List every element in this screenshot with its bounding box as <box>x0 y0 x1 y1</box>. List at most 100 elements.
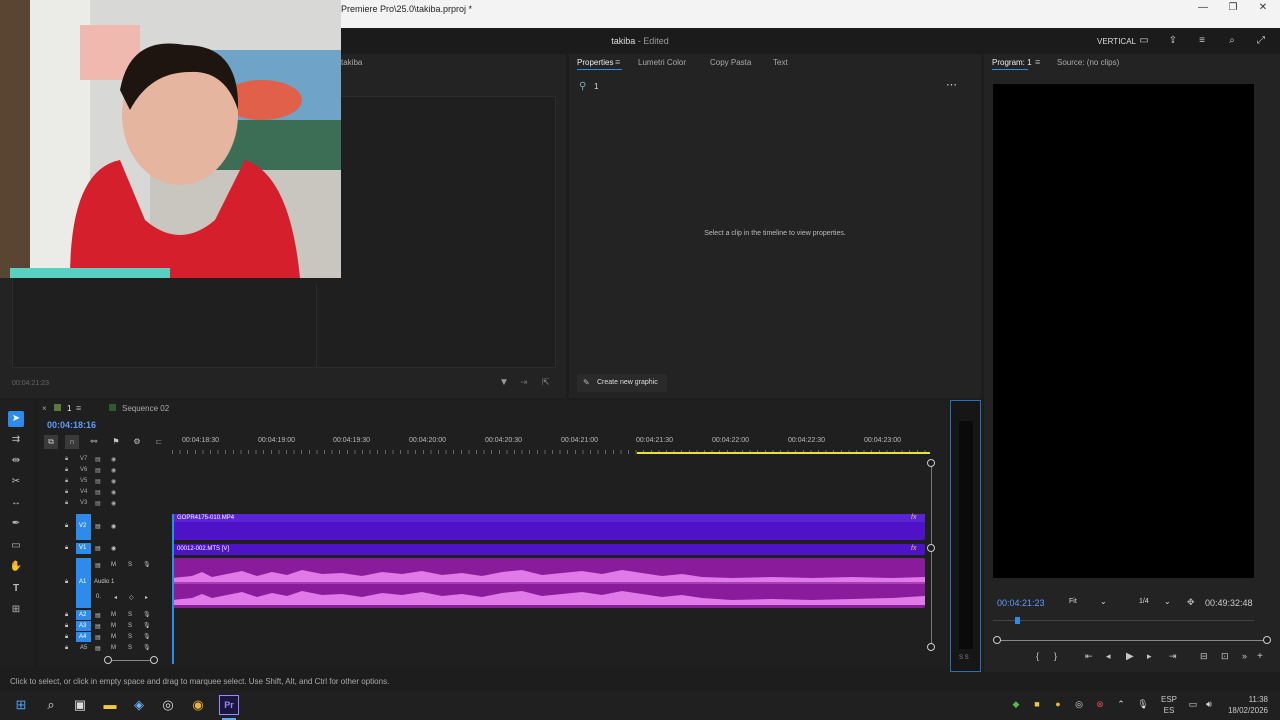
share-icon[interactable]: ⇪ <box>1167 35 1179 47</box>
work-area-bar[interactable] <box>637 452 930 454</box>
tray-mic-icon[interactable]: 🎙︎ <box>1137 698 1149 710</box>
solo-button[interactable]: S <box>128 623 132 629</box>
mute-button[interactable]: M <box>111 612 116 618</box>
source-patch-v1[interactable]: V1 <box>76 543 91 554</box>
sync-icon[interactable]: ▤ <box>95 467 101 474</box>
zoom-handle-right[interactable] <box>150 656 158 664</box>
resolution-dropdown[interactable]: 1/4 ⌄ <box>1135 596 1175 610</box>
source-patch-a3[interactable]: A3 <box>76 621 91 631</box>
microphone-icon[interactable]: 🎙︎ <box>143 622 151 629</box>
volume-value[interactable]: 0. <box>96 594 101 600</box>
zoom-handle-left[interactable] <box>104 656 112 664</box>
add-marker-icon[interactable]: ⚑ <box>109 435 123 449</box>
mini-ruler[interactable] <box>993 620 1254 621</box>
video-clip-v1[interactable]: 00012-002.MTS [V] fx <box>172 544 925 555</box>
timeline-settings-icon[interactable]: ⚙ <box>130 435 144 449</box>
settings-wrench-icon[interactable]: ✥ <box>1187 597 1195 608</box>
zoom-handle-right[interactable] <box>1263 636 1271 644</box>
solo-button[interactable]: S <box>128 634 132 640</box>
insert-icon[interactable]: ⇥ <box>520 377 528 388</box>
track-label[interactable]: V5 <box>80 478 87 484</box>
ripple-edit-tool-icon[interactable]: ⇹ <box>8 453 24 469</box>
microphone-icon[interactable]: 🎙︎ <box>143 644 151 651</box>
zoom-handle-left[interactable] <box>993 636 1001 644</box>
more-options-icon[interactable]: ⋯ <box>946 78 957 91</box>
menu-icon[interactable]: ≡ <box>1196 35 1208 47</box>
eye-icon[interactable]: ◉ <box>111 500 116 507</box>
export-icon[interactable]: ⇱ <box>542 377 550 388</box>
time-ruler[interactable]: 00:04:18:30 00:04:19:00 00:04:19:30 00:0… <box>172 434 932 456</box>
nest-icon[interactable]: ⧉ <box>44 435 58 449</box>
tray-folder-icon[interactable]: ■ <box>1031 698 1043 710</box>
sync-icon[interactable]: ▤ <box>95 634 101 641</box>
step-forward-icon[interactable]: ▸ <box>1147 651 1152 662</box>
tab-copy-pasta[interactable]: Copy Pasta <box>710 58 751 67</box>
snap-icon[interactable]: ∩ <box>65 435 79 449</box>
sync-icon[interactable]: ▤ <box>95 545 101 552</box>
lock-icon[interactable]: 🔒︎ <box>65 456 68 463</box>
next-keyframe-icon[interactable]: ▸ <box>145 594 148 601</box>
panel-layout-icon[interactable]: ▭ <box>1138 35 1150 47</box>
video-clip-v2[interactable]: GOPR4175-010.MP4 fx <box>172 514 925 540</box>
tray-app-icon[interactable]: ◆ <box>1010 698 1022 710</box>
meter-solo-label[interactable]: S S <box>959 655 969 661</box>
vertical-scrollbar[interactable] <box>931 460 932 650</box>
step-back-icon[interactable]: ◂ <box>1106 651 1111 662</box>
minimize-button[interactable]: — <box>1188 2 1218 16</box>
tray-chevron-icon[interactable]: ⌃ <box>1115 698 1127 710</box>
linked-selection-icon[interactable]: ⚯ <box>87 435 101 449</box>
play-icon[interactable]: ▶ <box>1126 651 1134 662</box>
source-patch-a2[interactable]: A2 <box>76 610 91 620</box>
sync-icon[interactable]: ▤ <box>95 612 101 619</box>
mute-button[interactable]: M <box>111 562 116 568</box>
scroll-handle-top[interactable] <box>927 459 935 467</box>
program-menu-icon[interactable]: ≡ <box>1035 57 1040 67</box>
eye-icon[interactable]: ◉ <box>111 545 116 552</box>
create-graphic-button[interactable]: ✎ Create new graphic <box>577 374 667 392</box>
scroll-handle-bottom[interactable] <box>927 643 935 651</box>
eye-icon[interactable]: ◉ <box>111 489 116 496</box>
premiere-pro-icon[interactable]: Pr <box>219 695 239 715</box>
fullscreen-icon[interactable]: ⤢ <box>1255 35 1267 47</box>
timeline-menu-icon[interactable]: ≡ <box>76 403 81 413</box>
sync-icon[interactable]: ▤ <box>95 478 101 485</box>
app-icon[interactable]: ◈ <box>129 695 149 715</box>
microphone-icon[interactable]: 🎙︎ <box>143 561 151 568</box>
go-to-in-icon[interactable]: ⇤ <box>1085 651 1093 662</box>
program-video-frame[interactable] <box>993 84 1254 578</box>
sync-icon[interactable]: ▤ <box>95 623 101 630</box>
tab-lumetri-color[interactable]: Lumetri Color <box>638 58 686 67</box>
lock-icon[interactable]: 🔒︎ <box>65 623 68 630</box>
sync-icon[interactable]: ▤ <box>95 456 101 463</box>
lock-icon[interactable]: 🔒︎ <box>65 523 68 530</box>
lock-icon[interactable]: 🔒︎ <box>65 467 68 474</box>
lock-icon[interactable]: 🔒︎ <box>65 579 68 586</box>
windows-start-icon[interactable]: ⊞ <box>11 695 31 715</box>
caption-tool-icon[interactable]: ⊞ <box>8 602 24 618</box>
sync-icon[interactable]: ▤ <box>95 500 101 507</box>
mute-button[interactable]: M <box>111 623 116 629</box>
track-label[interactable]: V4 <box>80 489 87 495</box>
maximize-button[interactable]: ❐ <box>1218 2 1248 16</box>
track-label[interactable]: V6 <box>80 467 87 473</box>
tray-chrome-icon[interactable]: ● <box>1052 698 1064 710</box>
slip-tool-icon[interactable]: ↔ <box>8 495 24 511</box>
pen-tool-icon[interactable]: ✒ <box>8 516 24 532</box>
fx-badge[interactable]: fx <box>911 545 916 552</box>
solo-button[interactable]: S <box>128 562 132 568</box>
timeline-timecode[interactable]: 00:04:18:16 <box>47 420 96 430</box>
tab-text[interactable]: Text <box>773 58 788 67</box>
tab-program[interactable]: Program: 1 <box>992 58 1032 67</box>
razor-tool-icon[interactable]: ✂ <box>8 474 24 490</box>
selection-tool-icon[interactable]: ➤ <box>8 411 24 427</box>
captions-icon[interactable]: ⊏ <box>152 435 166 449</box>
microphone-icon[interactable]: 🎙︎ <box>143 633 151 640</box>
add-button-icon[interactable]: + <box>1257 651 1263 662</box>
audio-clip-a1[interactable] <box>172 558 925 608</box>
eye-icon[interactable]: ◉ <box>111 456 116 463</box>
mark-in-icon[interactable]: { <box>1036 651 1039 661</box>
search-icon[interactable]: ⌕ <box>41 695 61 715</box>
network-icon[interactable]: ▭ <box>1187 698 1199 710</box>
source-patch-v2[interactable]: V2 <box>76 514 91 540</box>
tab-properties[interactable]: Properties <box>577 58 613 67</box>
